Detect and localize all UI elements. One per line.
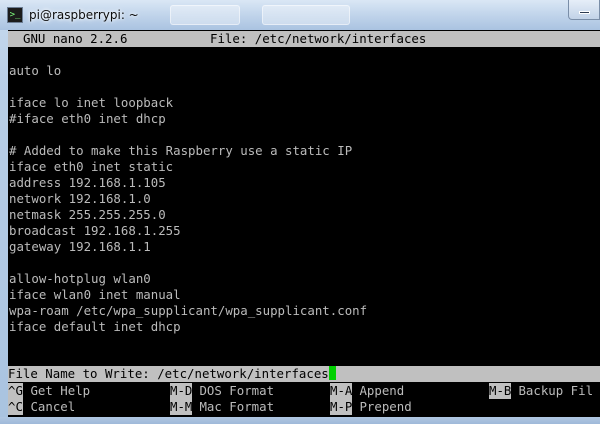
background-window-ghost [262, 5, 350, 25]
nano-header-bar: GNU nano 2.2.6 File: /etc/network/interf… [8, 31, 600, 47]
file-line[interactable]: address 192.168.1.105 [8, 175, 600, 191]
file-line[interactable]: iface lo inet loopback [8, 95, 600, 111]
file-line[interactable]: allow-hotplug wlan0 [8, 271, 600, 287]
shortcut-key-backup-file[interactable]: M-B [489, 383, 512, 399]
file-line[interactable]: broadcast 192.168.1.255 [8, 223, 600, 239]
prompt-text: File Name to Write: /etc/network/interfa… [8, 366, 329, 381]
file-line[interactable] [8, 47, 600, 63]
shortcut-label-get-help[interactable]: Get Help [23, 383, 90, 399]
terminal-area[interactable]: GNU nano 2.2.6 File: /etc/network/interf… [8, 30, 600, 417]
file-line[interactable] [8, 255, 600, 271]
file-line[interactable]: # Added to make this Raspberry use a sta… [8, 143, 600, 159]
shortcut-key-prepend[interactable]: M-P [330, 399, 353, 415]
file-line[interactable]: auto lo [8, 63, 600, 79]
title-bar[interactable]: >_ pi@raspberrypi: ~ [0, 0, 600, 30]
shortcut-key-dos-format[interactable]: M-D [170, 383, 193, 399]
shortcut-row-1: ^G Get Help M-D DOS Format M-A Append M-… [8, 383, 600, 399]
shortcut-row-2: ^C Cancel M-M Mac Format M-P Prepend [8, 399, 600, 415]
file-line[interactable] [8, 127, 600, 143]
shortcut-key-cancel[interactable]: ^C [8, 399, 23, 415]
file-line[interactable]: network 192.168.1.0 [8, 191, 600, 207]
terminal-window: >_ pi@raspberrypi: ~ GNU nano 2.2.6 File… [0, 0, 600, 424]
file-name-prompt[interactable]: File Name to Write: /etc/network/interfa… [8, 366, 600, 382]
text-cursor [328, 366, 336, 380]
shortcut-label-cancel[interactable]: Cancel [23, 399, 75, 415]
nano-file-label: File: /etc/network/interfaces [210, 31, 427, 46]
file-line[interactable]: netmask 255.255.255.0 [8, 207, 600, 223]
file-line[interactable]: wpa-roam /etc/wpa_supplicant/wpa_supplic… [8, 303, 600, 319]
shortcut-key-get-help[interactable]: ^G [8, 383, 23, 399]
shortcut-label-dos-format[interactable]: DOS Format [192, 383, 274, 399]
file-line[interactable]: iface wlan0 inet manual [8, 287, 600, 303]
window-title: pi@raspberrypi: ~ [29, 8, 139, 22]
minimize-icon [579, 11, 590, 14]
shortcut-key-append[interactable]: M-A [330, 383, 353, 399]
file-line[interactable]: #iface eth0 inet dhcp [8, 111, 600, 127]
shortcut-label-prepend[interactable]: Prepend [352, 399, 411, 415]
minimize-button[interactable] [568, 0, 600, 20]
background-window-ghost [170, 5, 240, 25]
file-line[interactable]: gateway 192.168.1.1 [8, 239, 600, 255]
window-bottom-frame [0, 417, 600, 424]
nano-version: GNU nano 2.2.6 [23, 31, 128, 46]
shortcut-label-append[interactable]: Append [352, 383, 404, 399]
terminal-icon[interactable]: >_ [7, 7, 23, 23]
shortcut-key-mac-format[interactable]: M-M [170, 399, 193, 415]
file-line[interactable]: iface default inet dhcp [8, 319, 600, 335]
file-line[interactable] [8, 79, 600, 95]
file-line[interactable]: iface eth0 inet static [8, 159, 600, 175]
shortcut-label-backup-file[interactable]: Backup Fil [511, 383, 593, 399]
shortcut-label-mac-format[interactable]: Mac Format [192, 399, 274, 415]
